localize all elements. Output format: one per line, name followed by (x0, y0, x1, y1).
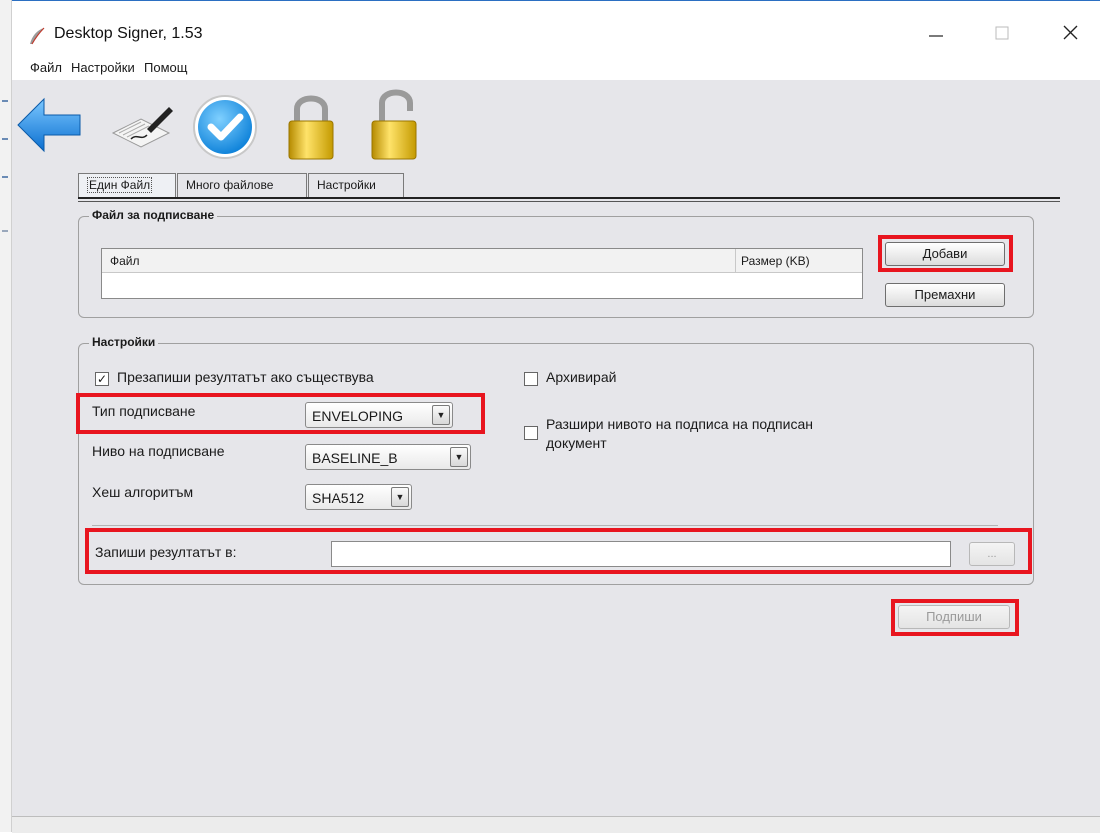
lock-closed-icon (288, 95, 334, 160)
background-window-strip (0, 0, 12, 832)
verify-button[interactable] (190, 89, 260, 161)
sign-document-icon (111, 107, 173, 148)
lock-open-icon (371, 89, 417, 160)
app-feather-icon (30, 27, 45, 45)
window-title: Desktop Signer, 1.53 (54, 25, 203, 42)
hash-algorithm-select[interactable]: SHA512 ▼ (305, 484, 412, 510)
column-separator (735, 249, 736, 273)
archive-checkbox[interactable] (524, 372, 538, 386)
chevron-down-icon: ▼ (391, 487, 409, 507)
minimize-icon (929, 35, 943, 37)
hash-algorithm-value: SHA512 (312, 490, 365, 506)
maximize-icon (995, 26, 1009, 40)
output-path-label: Запиши резултатът в: (95, 544, 237, 560)
strip-mark (2, 100, 8, 102)
settings-group-title: Настройки (89, 335, 159, 349)
extend-level-label-line1: Разшири нивото на подписа на подписан (546, 416, 813, 432)
column-header-size: Размер (KB) (741, 254, 810, 268)
close-icon (1063, 25, 1078, 40)
extend-level-label-line2: документ (546, 435, 607, 451)
overwrite-label: Презапиши резултатът ако съществува (117, 369, 374, 385)
menu-settings[interactable]: Настройки (71, 60, 135, 75)
extend-level-checkbox[interactable] (524, 426, 538, 440)
app-window: Desktop Signer, 1.53 Файл Настройки Помо… (12, 0, 1100, 833)
sign-level-value: BASELINE_B (312, 450, 398, 466)
chevron-down-icon: ▼ (432, 405, 450, 425)
chevron-down-icon: ▼ (450, 447, 468, 467)
back-button[interactable] (14, 89, 84, 161)
browse-button[interactable]: ... (969, 542, 1015, 566)
file-table-header: Файл Размер (KB) (102, 249, 862, 273)
strip-mark (2, 176, 8, 178)
tab-settings[interactable]: Настройки (308, 173, 404, 199)
title-bar: Desktop Signer, 1.53 (12, 1, 1100, 56)
tab-divider (78, 201, 1060, 202)
toolbar (12, 81, 1100, 166)
file-table[interactable]: Файл Размер (KB) (101, 248, 863, 299)
encrypt-button[interactable] (277, 89, 347, 161)
sign-type-select[interactable]: ENVELOPING ▼ (305, 402, 453, 428)
sign-button-toolbar[interactable] (107, 89, 177, 161)
sign-level-label: Ниво на подписване (92, 443, 225, 459)
tab-divider (78, 197, 1060, 199)
status-bar (12, 816, 1100, 833)
menu-file[interactable]: Файл (30, 60, 62, 75)
add-file-button[interactable]: Добави (885, 242, 1005, 266)
tab-label: Един Файл (87, 177, 153, 193)
settings-group: Настройки ✓ Презапиши резултатът ако същ… (78, 335, 1034, 585)
minimize-button[interactable] (915, 17, 955, 47)
decrypt-button[interactable] (360, 89, 430, 161)
archive-label: Архивирай (546, 369, 617, 385)
tab-label: Много файлове (186, 178, 274, 192)
remove-file-button[interactable]: Премахни (885, 283, 1005, 307)
output-path-input[interactable] (331, 541, 951, 567)
tab-multiple-files[interactable]: Много файлове (177, 173, 307, 199)
hash-algorithm-label: Хеш алгоритъм (92, 484, 194, 500)
strip-mark (2, 138, 8, 140)
settings-divider (92, 525, 998, 526)
file-group-title: Файл за подписване (89, 208, 218, 222)
column-header-file: Файл (110, 254, 140, 268)
strip-mark (2, 230, 8, 232)
maximize-button[interactable] (982, 17, 1022, 47)
back-arrow-icon (17, 97, 81, 153)
sign-button[interactable]: Подпиши (898, 605, 1010, 629)
verify-checkmark-icon (193, 95, 257, 159)
menu-help[interactable]: Помощ (144, 60, 187, 75)
sign-type-label: Тип подписване (92, 403, 196, 419)
sign-type-value: ENVELOPING (312, 408, 404, 424)
sign-level-select[interactable]: BASELINE_B ▼ (305, 444, 471, 470)
tab-single-file[interactable]: Един Файл (78, 173, 176, 199)
tab-label: Настройки (317, 178, 376, 192)
close-button[interactable] (1050, 17, 1090, 47)
file-group: Файл за подписване Файл Размер (KB) Доба… (78, 208, 1034, 318)
menu-bar: Файл Настройки Помощ (12, 56, 1100, 80)
overwrite-checkbox[interactable]: ✓ (95, 372, 109, 386)
